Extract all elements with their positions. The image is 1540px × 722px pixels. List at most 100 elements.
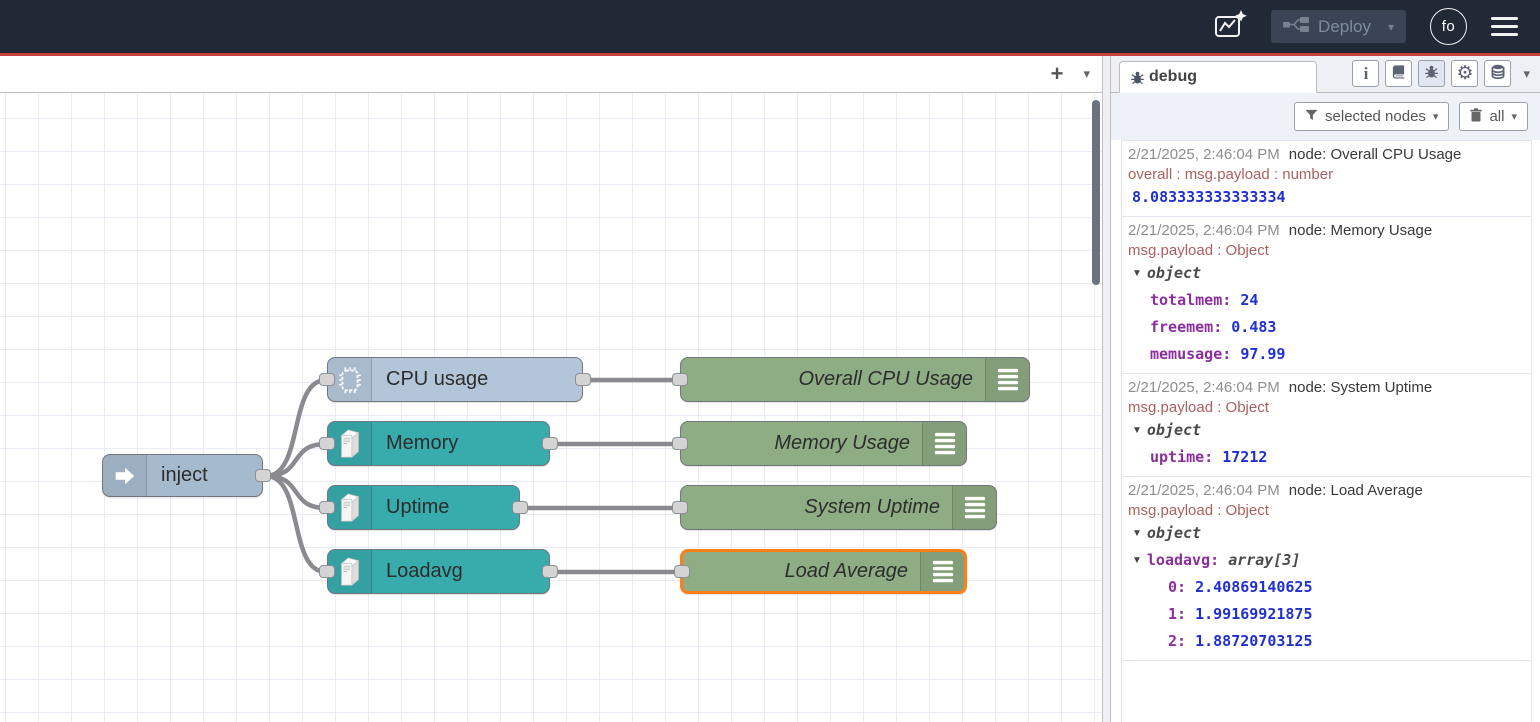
array-index: 2: [1168, 632, 1186, 650]
database-icon [1490, 64, 1506, 84]
debug-message: 2/21/2025, 2:46:04 PM node: Overall CPU U… [1122, 140, 1531, 217]
port-output[interactable] [255, 469, 271, 482]
deploy-caret-icon[interactable]: ▾ [1388, 20, 1394, 34]
node-cpu-usage[interactable]: CPU usage [327, 357, 583, 402]
node-memory[interactable]: Memory [327, 421, 550, 466]
array-value: 1.99169921875 [1195, 605, 1312, 623]
user-avatar[interactable]: fo [1430, 8, 1467, 45]
filter-label: selected nodes [1325, 108, 1426, 125]
node-red-app: Deploy ▾ fo + ▾ [0, 0, 1540, 722]
node-label: Uptime [386, 496, 449, 519]
collapse-caret-icon[interactable]: ▼ [1132, 520, 1142, 547]
debug-message: 2/21/2025, 2:46:04 PMnode: System Uptime… [1122, 374, 1531, 477]
bug-icon [1424, 64, 1439, 83]
message-property: msg.payload : Object [1126, 501, 1525, 520]
message-node-name: node: Overall CPU Usage [1289, 146, 1462, 163]
message-timestamp: 2/21/2025, 2:46:04 PM [1128, 222, 1280, 239]
message-property: overall : msg.payload : number [1126, 165, 1525, 184]
array-index: 0: [1168, 578, 1186, 596]
trash-icon [1470, 108, 1482, 126]
object-type-label: object [1147, 524, 1201, 542]
object-key: freemem: [1150, 318, 1222, 336]
debug-toolbar: selected nodes ▾ all ▾ [1111, 93, 1540, 140]
port-input[interactable] [319, 437, 335, 450]
array-type-label: array[3] [1228, 551, 1300, 569]
clear-caret-icon: ▾ [1511, 110, 1517, 123]
node-debug-memory[interactable]: Memory Usage [680, 421, 967, 466]
sidebar-menu-caret-icon[interactable]: ▾ [1523, 66, 1530, 82]
message-node-name: node: System Uptime [1289, 379, 1432, 396]
object-type-label: object [1147, 264, 1201, 282]
debug-tab-button[interactable] [1418, 60, 1445, 87]
deploy-label: Deploy [1318, 17, 1371, 37]
port-input[interactable] [672, 437, 688, 450]
message-property: msg.payload : Object [1126, 241, 1525, 260]
debug-list-icon [920, 552, 964, 591]
node-debug-uptime[interactable]: System Uptime [680, 485, 997, 530]
port-output[interactable] [512, 501, 528, 514]
add-flow-button[interactable]: + [1051, 63, 1064, 85]
deploy-icon [1283, 16, 1309, 38]
config-tab-button[interactable]: ⚙ [1451, 60, 1478, 87]
node-uptime[interactable]: Uptime [327, 485, 520, 530]
port-output[interactable] [542, 437, 558, 450]
node-label: Memory Usage [774, 432, 910, 455]
port-input[interactable] [672, 501, 688, 514]
collapse-caret-icon[interactable]: ▼ [1132, 547, 1142, 574]
object-key: totalmem: [1150, 291, 1231, 309]
debug-list-icon [922, 422, 966, 465]
node-loadavg[interactable]: Loadavg [327, 549, 550, 594]
filter-nodes-button[interactable]: selected nodes ▾ [1294, 102, 1449, 131]
object-type-label: object [1147, 421, 1201, 439]
node-debug-load-average[interactable]: Load Average [680, 549, 967, 594]
port-input[interactable] [319, 565, 335, 578]
main-menu-icon[interactable] [1491, 17, 1518, 37]
bug-icon [1130, 70, 1145, 85]
help-tab-button[interactable] [1385, 60, 1412, 87]
info-tab-button[interactable]: i [1352, 60, 1379, 87]
node-label: Load Average [785, 560, 908, 583]
tab-debug-label: debug [1149, 68, 1197, 86]
deploy-button[interactable]: Deploy ▾ [1271, 10, 1406, 43]
flow-sparkle-icon [1213, 9, 1247, 44]
object-value: 17212 [1222, 448, 1267, 466]
flow-list-caret-icon[interactable]: ▾ [1083, 66, 1090, 82]
canvas-vertical-scrollbar[interactable] [1092, 100, 1100, 285]
object-value: 97.99 [1240, 345, 1285, 363]
message-timestamp: 2/21/2025, 2:46:04 PM [1128, 146, 1280, 163]
info-icon: i [1364, 64, 1369, 84]
debug-list-icon [952, 486, 996, 529]
sidebar-tab-bar: debug i ⚙ ▾ [1111, 56, 1540, 93]
object-value: 0.483 [1231, 318, 1276, 336]
panel-resize-handle[interactable] [1102, 56, 1111, 722]
debug-sidebar: debug i ⚙ ▾ [1111, 56, 1540, 722]
tab-debug[interactable]: debug [1119, 61, 1317, 93]
debug-message: 2/21/2025, 2:46:04 PMnode: Load Average … [1122, 477, 1531, 661]
debug-message: 2/21/2025, 2:46:04 PMnode: Memory Usage … [1122, 217, 1531, 374]
port-input[interactable] [672, 373, 688, 386]
context-tab-button[interactable] [1484, 60, 1511, 87]
message-value: 8.083333333333334 [1132, 188, 1286, 206]
message-timestamp: 2/21/2025, 2:46:04 PM [1128, 482, 1280, 499]
port-input[interactable] [319, 373, 335, 386]
message-node-name: node: Memory Usage [1289, 222, 1432, 239]
port-input[interactable] [674, 565, 690, 578]
port-output[interactable] [575, 373, 591, 386]
message-property: msg.payload : Object [1126, 398, 1525, 417]
workspace-tab-bar: + ▾ [0, 56, 1102, 93]
object-key: loadavg: [1147, 551, 1219, 569]
collapse-caret-icon[interactable]: ▼ [1132, 417, 1142, 444]
object-key: memusage: [1150, 345, 1231, 363]
array-value: 1.88720703125 [1195, 632, 1312, 650]
node-inject[interactable]: inject [102, 454, 263, 497]
debug-list-icon [985, 358, 1029, 401]
port-output[interactable] [542, 565, 558, 578]
array-index: 1: [1168, 605, 1186, 623]
clear-messages-button[interactable]: all ▾ [1459, 102, 1528, 131]
port-input[interactable] [319, 501, 335, 514]
flow-canvas[interactable]: inject CPU usage [0, 93, 1102, 722]
ai-assistant-button[interactable] [1213, 9, 1247, 44]
node-debug-overall-cpu[interactable]: Overall CPU Usage [680, 357, 1030, 402]
node-label: inject [161, 464, 208, 487]
collapse-caret-icon[interactable]: ▼ [1132, 260, 1142, 287]
